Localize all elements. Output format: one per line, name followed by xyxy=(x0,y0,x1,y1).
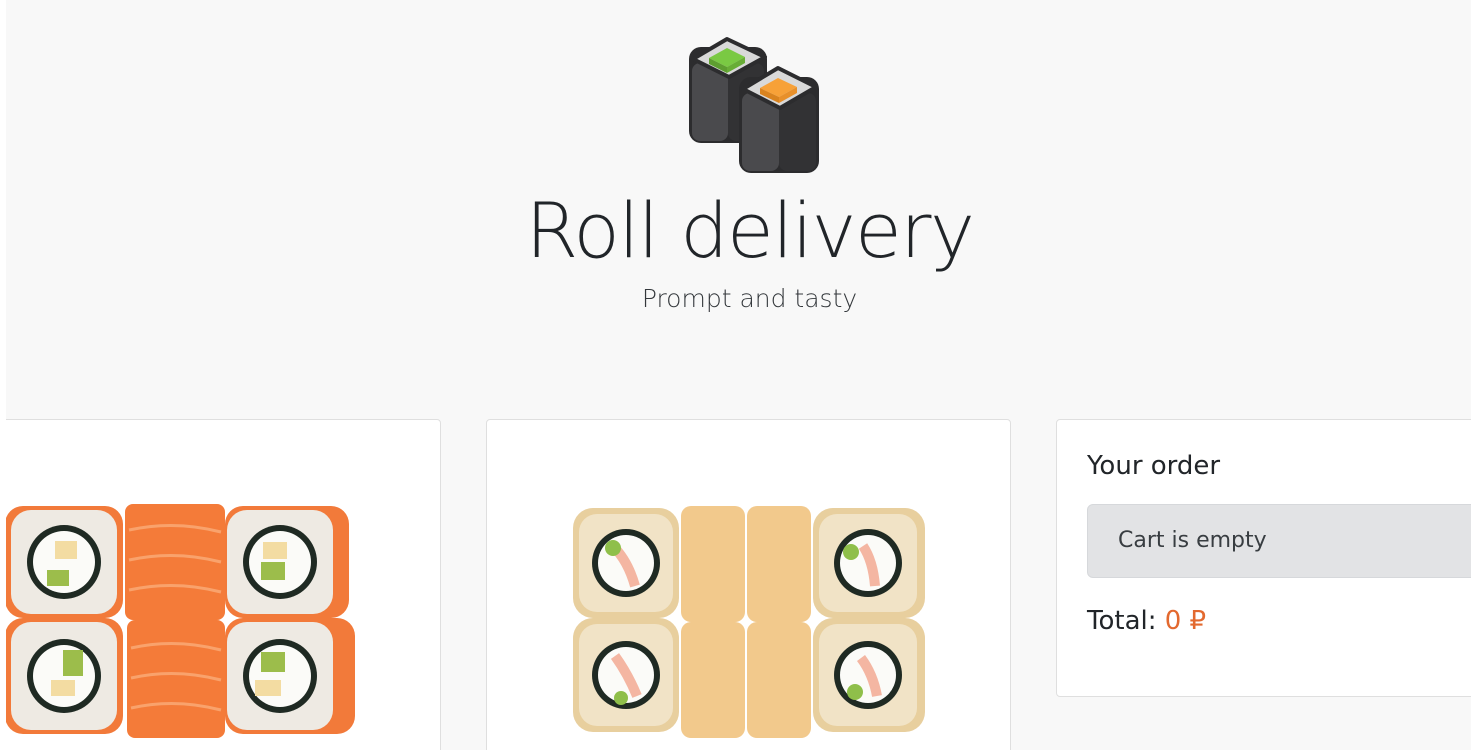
page-title: Roll delivery xyxy=(525,186,975,275)
cart-total-label: Total: xyxy=(1087,606,1157,636)
cart-empty-alert: Cart is empty xyxy=(1087,504,1471,578)
product-card xyxy=(486,419,1011,750)
cart-title: Your order xyxy=(1087,451,1221,481)
page-subtitle: Prompt and tasty xyxy=(641,284,858,313)
cart-total: Total: 0 ₽ xyxy=(1087,606,1206,636)
salmon-roll-icon xyxy=(6,500,355,740)
page: Roll delivery Prompt and tasty Your orde… xyxy=(6,0,1471,750)
sushi-rolls-icon xyxy=(683,33,823,175)
tempura-roll-icon xyxy=(573,506,928,738)
cart-total-value: 0 ₽ xyxy=(1164,606,1207,636)
cart-card: Your order Cart is empty Total: 0 ₽ xyxy=(1056,419,1471,697)
product-card xyxy=(6,419,441,750)
